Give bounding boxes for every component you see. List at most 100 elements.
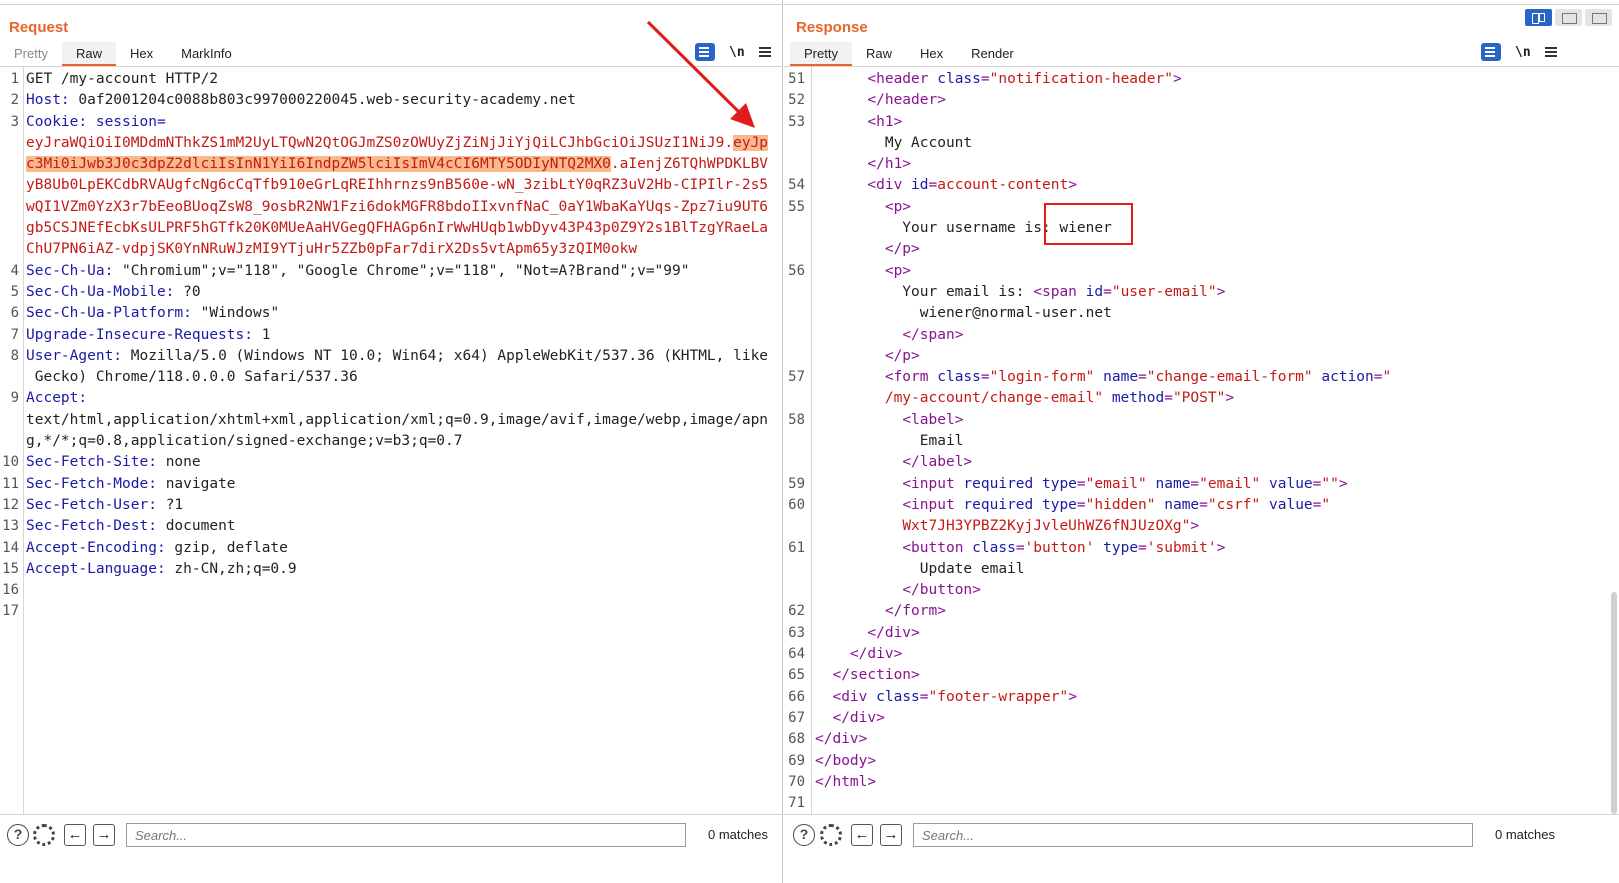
- code-line: 65 </section>: [784, 665, 1619, 686]
- code-token: Sec-Fetch-Dest:: [26, 518, 166, 535]
- line-number: 64: [788, 646, 805, 663]
- settings-gear-icon[interactable]: [33, 824, 55, 846]
- request-tabs: Pretty Raw Hex MarkInfo: [0, 42, 246, 66]
- response-pane: Response Pretty Raw Hex Render \n 51 <heade…: [784, 0, 1619, 883]
- tab-hex[interactable]: Hex: [116, 42, 167, 66]
- stacked-layout-button[interactable]: [1555, 9, 1582, 26]
- code-token: "email": [1199, 475, 1269, 492]
- word-wrap-icon[interactable]: [1481, 43, 1501, 61]
- code-token: ChU7PN6iAZ-vdpjSK0YnNRuWJzMI9YTjuHr5ZZb0…: [26, 241, 638, 258]
- line-number: 8: [10, 347, 19, 364]
- code-line: </h1>: [784, 154, 1619, 175]
- code-text: </p>: [815, 346, 920, 367]
- line-number: 57: [788, 369, 805, 386]
- line-number: 61: [788, 539, 805, 556]
- help-icon[interactable]: ?: [793, 824, 815, 846]
- menu-icon[interactable]: [1544, 47, 1557, 57]
- code-text: </h1>: [815, 154, 911, 175]
- code-line: 55 <p>: [784, 197, 1619, 218]
- tab-pretty[interactable]: Pretty: [0, 42, 62, 66]
- settings-gear-icon[interactable]: [820, 824, 842, 846]
- tab-markinfo[interactable]: MarkInfo: [167, 42, 246, 66]
- code-token: required type: [963, 496, 1077, 513]
- code-token: </header>: [867, 92, 946, 109]
- code-token: .aIenjZ6TQhWPDKLBV: [610, 156, 769, 173]
- code-line: 6 Sec-Ch-Ua-Platform: "Windows": [0, 303, 782, 324]
- previous-match-button[interactable]: ←: [851, 824, 873, 846]
- tab-render[interactable]: Render: [957, 42, 1028, 66]
- code-line: /my-account/change-email" method="POST">: [784, 388, 1619, 409]
- code-token: =: [1015, 539, 1025, 556]
- code-line: 67 </div>: [784, 708, 1619, 729]
- line-number: 66: [788, 688, 805, 705]
- code-line: 66 <div class="footer-wrapper">: [784, 687, 1619, 708]
- code-token: 0af2001204c0088b803c997000220045.web-sec…: [78, 92, 576, 109]
- code-token: >: [1068, 688, 1077, 705]
- code-token: <p>: [884, 198, 912, 215]
- code-text: Update email: [815, 559, 1025, 580]
- previous-match-button[interactable]: ←: [64, 824, 86, 846]
- code-token: "footer-wrapper": [928, 688, 1069, 705]
- tab-pretty[interactable]: Pretty: [790, 42, 852, 66]
- next-match-button[interactable]: →: [880, 824, 902, 846]
- show-newlines-icon[interactable]: \n: [729, 45, 745, 60]
- code-token: action: [1321, 369, 1374, 386]
- line-number: 11: [2, 475, 19, 492]
- code-line: ChU7PN6iAZ-vdpjSK0YnNRuWJzMI9YTjuHr5ZZb0…: [0, 239, 782, 260]
- show-newlines-icon[interactable]: \n: [1515, 45, 1531, 60]
- code-token: =: [1199, 496, 1208, 513]
- menu-icon[interactable]: [758, 47, 771, 57]
- code-token: name: [1103, 369, 1139, 386]
- code-line: 53 <h1>: [784, 112, 1619, 133]
- tab-raw[interactable]: Raw: [61, 42, 116, 66]
- code-token: g,*/*;q=0.8,application/signed-exchange;…: [26, 433, 463, 450]
- response-editor[interactable]: 51 <header class="notification-header"> 5…: [784, 67, 1619, 814]
- code-token: >: [1216, 283, 1226, 300]
- request-pane: Request Pretty Raw Hex MarkInfo \n 1 GET /my…: [0, 0, 783, 883]
- line-number: 54: [788, 177, 805, 194]
- code-token: "Chromium";v="118", "Google Chrome";v="1…: [122, 262, 690, 279]
- code-line: 60 <input required type="hidden" name="c…: [784, 495, 1619, 516]
- line-number: 17: [2, 603, 19, 620]
- code-line: 4 Sec-Ch-Ua: "Chromium";v="118", "Google …: [0, 261, 782, 282]
- line-number: 59: [788, 475, 805, 492]
- code-token: Your email is:: [815, 283, 1034, 300]
- code-token: </h1>: [867, 156, 912, 173]
- code-token: Wxt7JH3YPBZ2KyjJvleUhWZ6fNJUzOXg": [902, 518, 1191, 535]
- search-input[interactable]: Search...: [126, 823, 686, 847]
- code-text: Sec-Fetch-User: ?1: [26, 495, 183, 516]
- line-number: 3: [10, 113, 19, 130]
- request-editor[interactable]: 1 GET /my-account HTTP/2 2 Host: 0af2001204…: [0, 67, 782, 814]
- code-token: ": [1382, 369, 1392, 386]
- next-match-button[interactable]: →: [93, 824, 115, 846]
- vertical-scrollbar[interactable]: [1611, 592, 1617, 814]
- code-token: Accept-Encoding:: [26, 539, 175, 556]
- tab-raw[interactable]: Raw: [852, 42, 906, 66]
- tab-hex[interactable]: Hex: [906, 42, 957, 66]
- code-token: document: [165, 518, 236, 535]
- code-text: Sec-Fetch-Mode: navigate: [26, 474, 236, 495]
- search-input[interactable]: Search...: [913, 823, 1473, 847]
- code-line: Your email is: <span id="user-email">: [784, 282, 1619, 303]
- line-number: 13: [2, 518, 19, 535]
- code-token: </div>: [815, 731, 868, 748]
- response-toolbar: \n: [1481, 43, 1557, 61]
- code-line: 52 </header>: [784, 90, 1619, 111]
- code-line: 15 Accept-Language: zh-CN,zh;q=0.9: [0, 559, 782, 580]
- side-by-side-layout-button[interactable]: [1525, 9, 1552, 26]
- code-token: 'button': [1024, 539, 1104, 556]
- word-wrap-icon[interactable]: [695, 43, 715, 61]
- code-token: 'submit': [1146, 539, 1217, 556]
- code-text: </div>: [815, 644, 902, 665]
- tabbed-layout-button[interactable]: [1585, 9, 1612, 26]
- code-text: g,*/*;q=0.8,application/signed-exchange;…: [26, 431, 463, 452]
- code-token: ": [1321, 496, 1331, 513]
- code-token: gzip, deflate: [174, 539, 288, 556]
- code-token: >: [1190, 518, 1200, 535]
- code-line: Your username is: wiener: [784, 218, 1619, 239]
- code-token: Email: [815, 433, 964, 450]
- help-icon[interactable]: ?: [7, 824, 29, 846]
